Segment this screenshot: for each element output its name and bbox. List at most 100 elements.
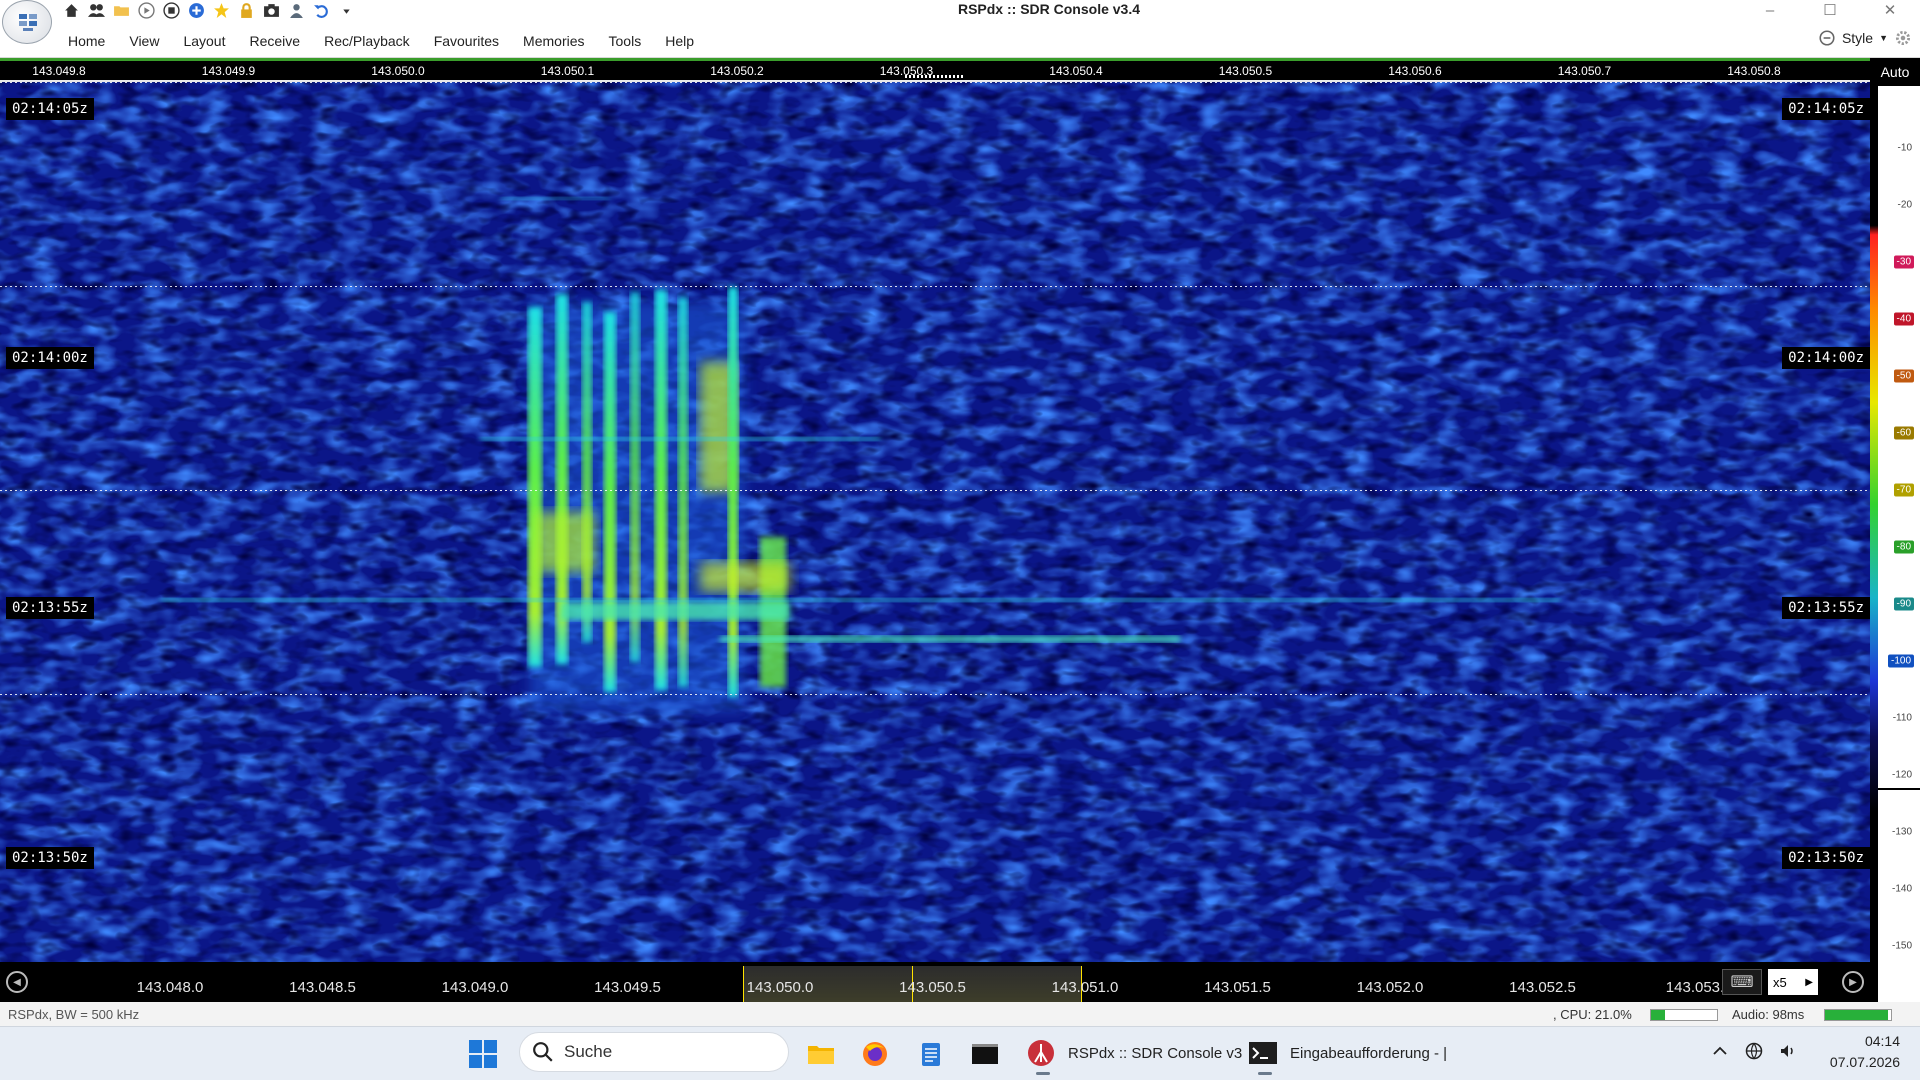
menu-items: Home View Layout Receive Rec/Playback Fa… — [56, 32, 706, 50]
style-label: Style — [1841, 30, 1874, 46]
keyboard-icon[interactable]: ⌨ — [1722, 969, 1762, 995]
scale-tick-label: -10 — [1897, 142, 1912, 154]
signal-level-scale[interactable]: -10 -20 -30 -40 -50 -60 -70 -80 -90 -100 -110 -120 -… — [1870, 86, 1920, 1016]
scale-tick-label: -110 — [1892, 712, 1912, 724]
windows-start-icon[interactable] — [468, 1039, 498, 1069]
scroll-left-button[interactable]: ◀ — [6, 971, 28, 993]
menu-memories[interactable]: Memories — [511, 32, 596, 50]
active-indicator — [1258, 1072, 1272, 1075]
status-bar: RSPdx, BW = 500 kHz , CPU: 21.0% Audio: … — [0, 1002, 1920, 1026]
style-menu[interactable]: Style ▼ — [1818, 29, 1912, 47]
cpu-meter — [1650, 1009, 1718, 1021]
ruler-top-line — [0, 58, 1870, 61]
time-label-left: 02:14:05z — [6, 98, 94, 120]
chevron-right-icon: ▶ — [1805, 976, 1813, 988]
top-frequency-label: 143.050.0 — [371, 64, 425, 78]
time-label-left: 02:13:55z — [6, 597, 94, 619]
menu-rec-playback[interactable]: Rec/Playback — [312, 32, 422, 50]
tuning-marker[interactable] — [905, 75, 965, 78]
audio-meter — [1824, 1009, 1892, 1021]
menu-home[interactable]: Home — [56, 32, 117, 50]
top-frequency-label: 143.049.8 — [32, 64, 86, 78]
axis-frequency-label: 143.049.0 — [441, 979, 509, 996]
menu-tools[interactable]: Tools — [597, 32, 654, 50]
scale-tick-label: -50 — [1893, 369, 1914, 383]
top-frequency-label: 143.050.1 — [540, 64, 595, 78]
cpu-meter-fill — [1651, 1010, 1665, 1020]
chevron-up-icon[interactable] — [1710, 1041, 1730, 1061]
scale-tick-label: -100 — [1887, 654, 1914, 668]
color-gradient-bar — [1870, 86, 1878, 1016]
scale-tick-label: -140 — [1891, 883, 1912, 895]
status-cpu: , CPU: 21.0% — [1553, 1007, 1632, 1022]
time-label-right: 02:14:05z — [1782, 98, 1870, 120]
app-menu-button[interactable] — [2, 0, 52, 44]
axis-frequency-label: 143.050.0 — [746, 979, 814, 996]
time-label-right: 02:14:00z — [1782, 347, 1870, 369]
taskbar-app-label: RSPdx :: SDR Console v3 — [1068, 1044, 1243, 1062]
network-globe-icon[interactable] — [1744, 1041, 1764, 1061]
waterfall-display[interactable]: 02:14:05z 02:14:05z 02:14:00z 02:14:00z … — [0, 82, 1870, 962]
top-frequency-label: 143.050.7 — [1557, 64, 1612, 78]
sdr-console-icon — [1028, 1040, 1054, 1066]
time-label-left: 02:14:00z — [6, 347, 94, 369]
window-controls: – ☐ ✕ — [1740, 0, 1920, 20]
menu-view[interactable]: View — [117, 32, 171, 50]
scale-tick-label: -150 — [1891, 940, 1912, 952]
scale-tick-label: -70 — [1893, 483, 1914, 497]
status-bandwidth: RSPdx, BW = 500 kHz — [8, 1007, 140, 1022]
scroll-right-button[interactable]: ▶ — [1842, 971, 1864, 993]
scale-tick-label: -60 — [1893, 426, 1914, 440]
taskbar-app-sdr-console[interactable]: RSPdx :: SDR Console v3 — [1026, 1033, 1243, 1075]
menu-layout[interactable]: Layout — [171, 32, 237, 50]
waterfall-canvas — [0, 82, 1870, 962]
taskbar-search[interactable]: Suche — [519, 1032, 789, 1072]
status-audio: Audio: 98ms — [1732, 1007, 1805, 1022]
window-title: RSPdx :: SDR Console v3.4 — [957, 1, 1141, 17]
menu-favourites[interactable]: Favourites — [422, 32, 511, 50]
axis-frequency-label: 143.053. — [1665, 979, 1725, 996]
taskbar-clock[interactable]: 04:14 07.07.2026 — [1820, 1031, 1900, 1073]
style-palette-icon — [1819, 30, 1835, 46]
scale-tick-label: -30 — [1893, 255, 1914, 269]
command-prompt-icon — [1249, 1042, 1277, 1064]
file-explorer-icon[interactable] — [804, 1037, 838, 1071]
auto-scale-button[interactable]: Auto — [1870, 58, 1920, 86]
zoom-dropdown[interactable]: x5 ▶ — [1768, 969, 1818, 995]
top-frequency-label: 143.050.4 — [1049, 64, 1103, 78]
minimize-button[interactable]: – — [1740, 0, 1800, 20]
axis-frequency-label: 143.048.5 — [289, 979, 356, 996]
top-frequency-label: 143.049.9 — [201, 64, 256, 78]
axis-frequency-label: 143.048.0 — [136, 979, 204, 996]
terminal-icon[interactable] — [968, 1037, 1002, 1071]
settings-gear-icon[interactable] — [1894, 29, 1912, 47]
search-icon — [533, 1042, 553, 1062]
time-gridline — [0, 286, 1870, 287]
system-tray — [1710, 1041, 1798, 1061]
frequency-axis[interactable]: 143.048.0 143.048.5 143.049.0 143.049.5 143.… — [35, 962, 1724, 1002]
app-logo-icon — [19, 14, 37, 31]
time-gridline — [0, 82, 1870, 83]
menu-receive[interactable]: Receive — [238, 32, 313, 50]
top-frequency-label: 143.050.5 — [1218, 64, 1273, 78]
scale-tick-label: -130 — [1891, 826, 1912, 838]
scale-tick-label: -80 — [1893, 540, 1914, 554]
scale-tick-label: -90 — [1893, 597, 1914, 611]
frequency-axis-bar[interactable]: ◀ 143.048.0 143.048.5 143.049.0 143.049.5 14… — [0, 962, 1870, 1002]
time-gridline — [0, 490, 1870, 491]
top-frequency-label: 143.050.6 — [1388, 64, 1442, 78]
taskbar-app-command-prompt[interactable]: Eingabeaufforderung - | — [1248, 1033, 1448, 1075]
clock-date: 07.07.2026 — [1829, 1054, 1900, 1070]
maximize-button[interactable]: ☐ — [1800, 0, 1860, 20]
taskbar-app-label: Eingabeaufforderung - | — [1290, 1044, 1448, 1062]
firefox-icon[interactable] — [858, 1037, 892, 1071]
menu-help[interactable]: Help — [653, 32, 706, 50]
time-gridline — [0, 694, 1870, 695]
axis-frequency-label: 143.051.5 — [1204, 979, 1271, 996]
close-button[interactable]: ✕ — [1860, 0, 1920, 20]
axis-frequency-label: 143.051.0 — [1051, 979, 1119, 996]
notepad-icon[interactable] — [914, 1037, 948, 1071]
scale-cursor[interactable] — [1878, 788, 1920, 790]
volume-icon[interactable] — [1778, 1041, 1798, 1061]
frequency-ruler[interactable]: 143.049.8 143.049.9 143.050.0 143.050.1 143.… — [0, 58, 1870, 82]
